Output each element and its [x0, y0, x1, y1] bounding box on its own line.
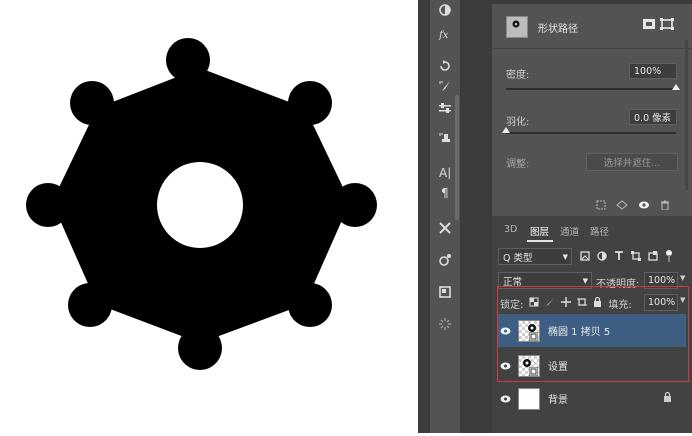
active-tab-indicator — [527, 240, 553, 242]
svg-text:fx: fx — [438, 30, 449, 41]
density-slider-thumb[interactable] — [672, 84, 680, 90]
gear-small-icon[interactable] — [434, 250, 456, 270]
visibility-icon[interactable] — [638, 200, 650, 213]
lock-transparent-icon[interactable] — [529, 297, 539, 310]
chevron-down-icon[interactable]: ▼ — [680, 274, 685, 282]
panel-divider — [418, 0, 430, 433]
eye-icon[interactable] — [498, 327, 512, 335]
layer-row[interactable]: 背景 — [498, 382, 686, 415]
mask-vector-icon[interactable] — [660, 18, 674, 30]
eye-icon[interactable] — [498, 362, 512, 370]
panel-gap — [460, 0, 492, 433]
tools-icon[interactable] — [434, 218, 456, 238]
sliders-icon[interactable] — [434, 98, 456, 118]
delete-icon[interactable] — [660, 200, 670, 213]
filter-toggle-icon[interactable] — [665, 250, 673, 265]
layer-thumbnail — [518, 319, 540, 342]
fill-input[interactable]: 100% — [644, 294, 678, 311]
lock-paint-icon[interactable] — [545, 297, 555, 310]
feather-input[interactable]: 0.0 像素 — [629, 109, 677, 125]
layer-filter-label: Q 类型 — [503, 252, 533, 264]
opacity-label: 不透明度: — [596, 279, 640, 290]
smart-object-icon — [529, 331, 538, 341]
lock-artboard-icon[interactable] — [577, 297, 588, 310]
density-label: 密度: — [506, 70, 530, 81]
properties-panel: 形状路径 密度: 100% 羽化: 0.0 像素 调整: 选择并遮住... — [492, 0, 692, 216]
sparkle-icon[interactable] — [434, 314, 456, 334]
props-scrollbar[interactable] — [685, 40, 688, 190]
adjust-icon[interactable] — [434, 0, 456, 20]
selection-icon[interactable] — [596, 200, 606, 213]
brush-icon[interactable] — [434, 76, 456, 96]
tab-3d[interactable]: 3D — [504, 224, 517, 235]
lock-label: 锁定: — [500, 300, 524, 311]
svg-text:A|: A| — [439, 166, 451, 179]
tab-layers[interactable]: 图层 — [530, 224, 549, 238]
panel-top-edge — [492, 0, 692, 4]
chevron-down-icon[interactable]: ▼ — [680, 296, 685, 304]
feather-slider-thumb[interactable] — [502, 127, 510, 133]
props-separator — [492, 48, 692, 49]
rotate-icon[interactable] — [434, 56, 456, 76]
density-slider-track[interactable] — [506, 88, 676, 90]
refine-label: 调整: — [506, 159, 530, 170]
chevron-down-icon: ▼ — [582, 276, 588, 285]
layer-type-label: 形状路径 — [538, 23, 578, 35]
fill-label: 填充: — [608, 300, 632, 311]
density-input[interactable]: 100% — [629, 63, 677, 79]
frame-icon[interactable] — [434, 282, 456, 302]
fill-value: 100% — [648, 297, 676, 308]
stamp-icon[interactable] — [434, 128, 456, 148]
path-icon[interactable] — [616, 200, 628, 213]
layer-filter-select[interactable]: Q 类型 ▼ — [498, 248, 572, 265]
gear-thumb-icon — [512, 20, 520, 28]
chevron-down-icon: ▼ — [562, 252, 568, 261]
tool-strip-scrollbar[interactable] — [455, 95, 459, 220]
document-canvas[interactable] — [0, 0, 418, 433]
layer-name[interactable]: 背景 — [548, 391, 568, 406]
layer-name[interactable]: 设置 — [548, 358, 568, 373]
layer-name[interactable]: 椭圆 1 拷贝 5 — [548, 323, 610, 338]
select-and-mask-button[interactable]: 选择并遮住... — [586, 153, 678, 171]
lock-all-icon[interactable] — [593, 296, 602, 310]
layers-panel: 3D 图层 通道 路径 Q 类型 ▼ 正常 ▼ 不透明度: 100% ▼ 锁定:… — [492, 216, 692, 433]
opacity-value: 100% — [648, 275, 676, 286]
layer-thumbnail — [518, 354, 540, 377]
smart-object-icon — [529, 366, 538, 376]
feather-label: 羽化: — [506, 117, 530, 128]
layer-row[interactable]: 设置 — [498, 349, 686, 382]
eye-icon[interactable] — [498, 395, 512, 403]
filter-smart-icon[interactable] — [648, 251, 658, 264]
gear-shape[interactable] — [0, 0, 418, 433]
filter-adjust-icon[interactable] — [597, 251, 607, 264]
right-panel: 形状路径 密度: 100% 羽化: 0.0 像素 调整: 选择并遮住... 3D… — [492, 0, 692, 433]
filter-shape-icon[interactable] — [631, 251, 641, 264]
shape-layer-thumb — [506, 16, 528, 38]
layer-thumbnail — [518, 387, 540, 410]
feather-slider-track[interactable] — [506, 132, 676, 134]
tab-paths[interactable]: 路径 — [590, 224, 609, 238]
blend-mode-select[interactable]: 正常 ▼ — [498, 272, 592, 289]
svg-text:¶: ¶ — [441, 186, 449, 199]
blend-mode-value: 正常 — [503, 276, 523, 288]
paragraph-icon[interactable]: ¶ — [434, 182, 456, 202]
lock-move-icon[interactable] — [561, 297, 572, 310]
lock-icon — [663, 391, 672, 405]
layer-row-selected[interactable]: 椭圆 1 拷贝 5 — [498, 314, 686, 347]
mask-pixel-icon[interactable] — [642, 18, 656, 30]
fx-icon[interactable]: fx — [434, 24, 456, 44]
opacity-input[interactable]: 100% — [644, 272, 678, 289]
tab-channels[interactable]: 通道 — [560, 224, 579, 238]
filter-pixel-icon[interactable] — [580, 251, 590, 264]
filter-text-icon[interactable] — [614, 251, 624, 264]
text-icon[interactable]: A| — [434, 162, 456, 182]
